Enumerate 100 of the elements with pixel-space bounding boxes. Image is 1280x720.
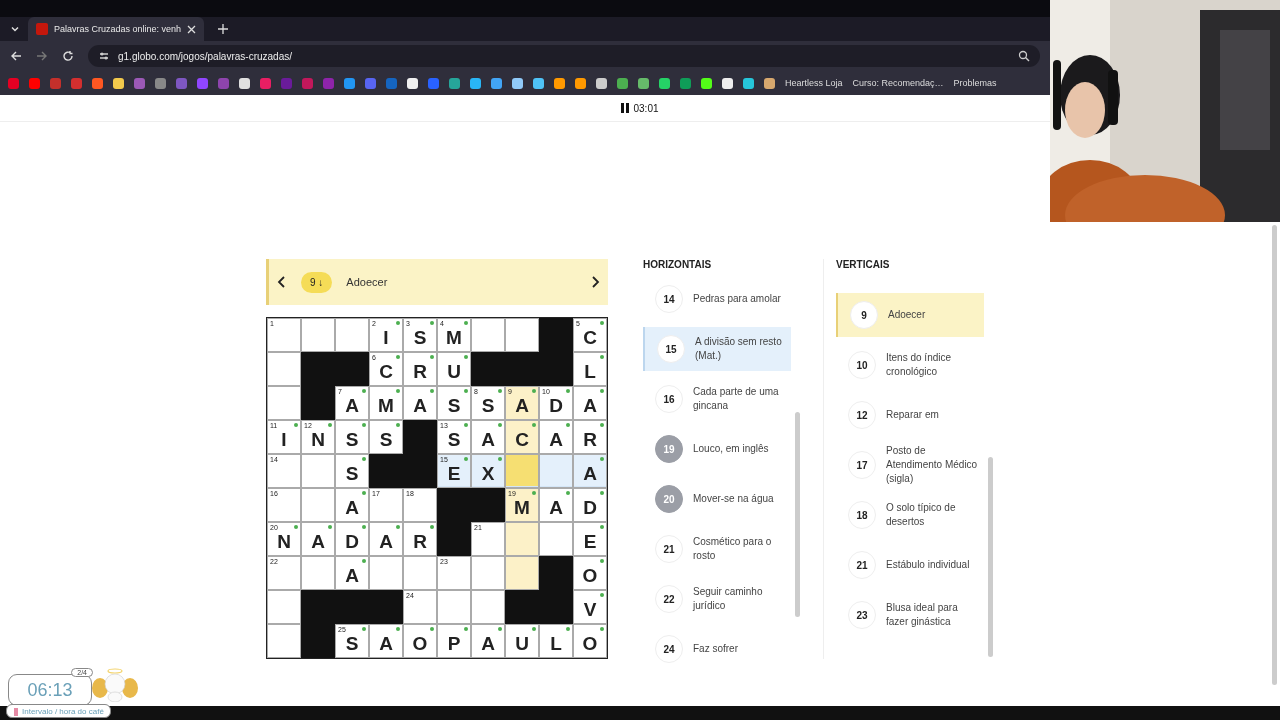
- grid-cell[interactable]: A: [573, 386, 607, 420]
- grid-cell[interactable]: X: [471, 454, 505, 488]
- grid-cell[interactable]: [471, 590, 505, 624]
- grid-cell[interactable]: A: [471, 420, 505, 454]
- grid-cell[interactable]: [539, 522, 573, 556]
- grid-cell[interactable]: A: [471, 624, 505, 658]
- grid-cell[interactable]: V: [573, 590, 607, 624]
- grid-cell[interactable]: D: [335, 522, 369, 556]
- grid-cell[interactable]: S: [437, 386, 471, 420]
- grid-cell[interactable]: A: [403, 386, 437, 420]
- grid-cell[interactable]: S: [369, 420, 403, 454]
- grid-cell[interactable]: A: [573, 454, 607, 488]
- clue-item[interactable]: 18 O solo típico de desertos: [836, 493, 984, 537]
- bookmark-icon[interactable]: [596, 77, 607, 89]
- grid-cell[interactable]: [539, 454, 573, 488]
- grid-cell[interactable]: A: [539, 420, 573, 454]
- grid-cell[interactable]: C: [505, 420, 539, 454]
- grid-cell[interactable]: [505, 556, 539, 590]
- bookmark-icon[interactable]: [743, 77, 754, 89]
- grid-cell[interactable]: [267, 386, 301, 420]
- clue-item[interactable]: 21 Estábulo individual: [836, 543, 984, 587]
- grid-cell[interactable]: S: [335, 454, 369, 488]
- forward-icon[interactable]: [36, 50, 48, 62]
- grid-cell[interactable]: A: [335, 488, 369, 522]
- bookmark-icon[interactable]: [554, 77, 565, 89]
- bookmark-link[interactable]: Curso: Recomendaç…: [852, 78, 944, 88]
- clue-item[interactable]: 23 Blusa ideal para fazer ginástica: [836, 593, 984, 637]
- grid-cell[interactable]: A: [369, 522, 403, 556]
- grid-cell[interactable]: [267, 352, 301, 386]
- clue-item[interactable]: 20 Mover-se na água: [643, 477, 791, 521]
- clue-item[interactable]: 9 Adoecer: [836, 293, 984, 337]
- grid-cell[interactable]: S: [335, 420, 369, 454]
- bookmark-icon[interactable]: [722, 77, 733, 89]
- bookmark-icon[interactable]: [407, 77, 418, 89]
- grid-cell[interactable]: A: [301, 522, 335, 556]
- grid-cell[interactable]: R: [573, 420, 607, 454]
- clue-item[interactable]: 16 Cada parte de uma gincana: [643, 377, 791, 421]
- grid-cell[interactable]: A: [539, 488, 573, 522]
- bookmark-icon[interactable]: [575, 77, 586, 89]
- grid-cell[interactable]: R: [403, 522, 437, 556]
- grid-cell[interactable]: A: [369, 624, 403, 658]
- grid-cell[interactable]: O: [403, 624, 437, 658]
- grid-cell[interactable]: O: [573, 624, 607, 658]
- grid-cell[interactable]: [301, 488, 335, 522]
- clue-item[interactable]: 21 Cosmético para o rosto: [643, 527, 791, 571]
- close-icon[interactable]: [187, 24, 197, 34]
- bookmark-icon[interactable]: [533, 77, 544, 89]
- page-scrollbar[interactable]: [1272, 225, 1277, 685]
- bookmark-icon[interactable]: [113, 77, 124, 89]
- grid-cell[interactable]: [437, 590, 471, 624]
- grid-cell[interactable]: [403, 556, 437, 590]
- clue-item[interactable]: 19 Louco, em inglês: [643, 427, 791, 471]
- bookmark-link[interactable]: Heartless Loja: [785, 78, 843, 88]
- clue-item[interactable]: 24 Faz sofrer: [643, 627, 791, 671]
- grid-cell[interactable]: [369, 556, 403, 590]
- grid-cell[interactable]: [471, 318, 505, 352]
- bookmark-icon[interactable]: [512, 77, 523, 89]
- clue-item[interactable]: 10 Itens do índice cronológico: [836, 343, 984, 387]
- grid-cell[interactable]: M: [369, 386, 403, 420]
- grid-cell[interactable]: [505, 522, 539, 556]
- bookmark-icon[interactable]: [701, 77, 712, 89]
- address-bar[interactable]: g1.globo.com/jogos/palavras-cruzadas/: [88, 45, 1040, 67]
- site-settings-icon[interactable]: [98, 50, 110, 62]
- grid-cell[interactable]: U: [437, 352, 471, 386]
- back-icon[interactable]: [10, 50, 22, 62]
- grid-cell[interactable]: L: [573, 352, 607, 386]
- browser-tab[interactable]: Palavras Cruzadas online: venh: [28, 17, 205, 41]
- grid-cell[interactable]: A: [335, 556, 369, 590]
- grid-cell[interactable]: P: [437, 624, 471, 658]
- previous-clue-icon[interactable]: [277, 276, 287, 288]
- bookmark-icon[interactable]: [239, 77, 250, 89]
- clue-item[interactable]: 22 Seguir caminho jurídico: [643, 577, 791, 621]
- clue-item[interactable]: 14 Pedras para amolar: [643, 277, 791, 321]
- bookmark-icon[interactable]: [764, 77, 775, 89]
- bookmark-icon[interactable]: [470, 77, 481, 89]
- grid-cell[interactable]: U: [505, 624, 539, 658]
- grid-cell[interactable]: D: [573, 488, 607, 522]
- bookmark-icon[interactable]: [659, 77, 670, 89]
- new-tab-icon[interactable]: [218, 24, 229, 34]
- clue-item[interactable]: 17 Posto de Atendimento Médico (sigla): [836, 443, 984, 487]
- grid-cell[interactable]: L: [539, 624, 573, 658]
- pause-icon[interactable]: [621, 103, 631, 113]
- grid-cell[interactable]: [267, 590, 301, 624]
- grid-cell[interactable]: E: [573, 522, 607, 556]
- grid-cell[interactable]: [267, 624, 301, 658]
- clue-item[interactable]: 15 A divisão sem resto (Mat.): [643, 327, 791, 371]
- reload-icon[interactable]: [62, 50, 74, 62]
- grid-cell[interactable]: [301, 318, 335, 352]
- bookmark-icon[interactable]: [638, 77, 649, 89]
- grid-cell[interactable]: [471, 556, 505, 590]
- grid-cell[interactable]: [335, 318, 369, 352]
- grid-cell[interactable]: [505, 318, 539, 352]
- bookmark-icon[interactable]: [617, 77, 628, 89]
- grid-cell[interactable]: [505, 454, 539, 488]
- zoom-icon[interactable]: [1018, 50, 1030, 62]
- grid-cell[interactable]: O: [573, 556, 607, 590]
- bookmark-icon[interactable]: [491, 77, 502, 89]
- grid-cell[interactable]: R: [403, 352, 437, 386]
- clue-item[interactable]: 12 Reparar em: [836, 393, 984, 437]
- scrollbar[interactable]: [795, 412, 800, 617]
